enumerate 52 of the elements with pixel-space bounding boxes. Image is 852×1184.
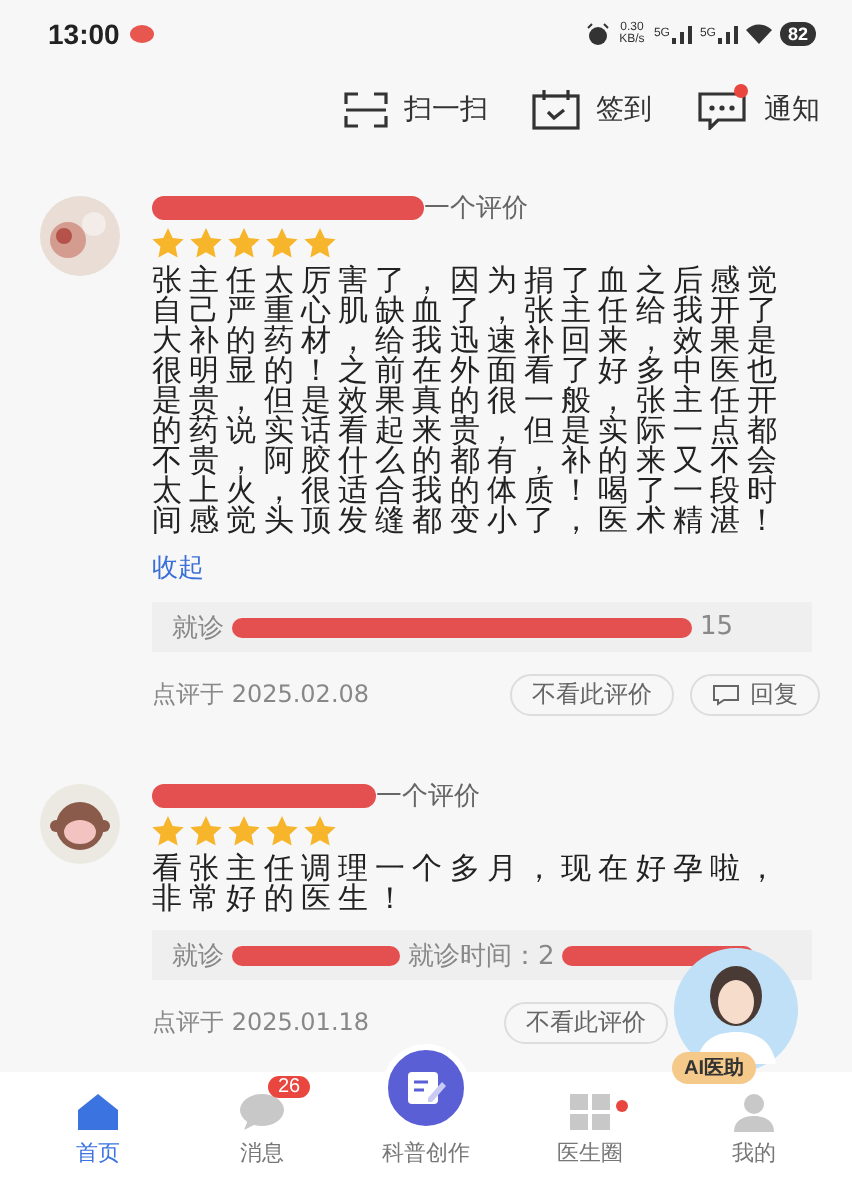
star-icon xyxy=(152,228,184,258)
edit-icon xyxy=(404,1068,448,1108)
star-icon xyxy=(228,228,260,258)
calendar-icon xyxy=(532,90,580,130)
chat-bubble-icon xyxy=(238,1092,286,1132)
star-icon xyxy=(304,816,336,846)
nav-tab[interactable]: 首页 xyxy=(28,1092,168,1168)
review-title: 一个评价 xyxy=(424,192,528,226)
ai-assistant-label: AI医助 xyxy=(672,1052,756,1084)
battery-indicator: 82 xyxy=(779,22,816,46)
alarm-icon xyxy=(585,22,610,46)
wifi-icon xyxy=(745,24,772,44)
visit-label: 就诊 xyxy=(172,611,224,645)
nav-tab[interactable]: 科普创作 xyxy=(356,1044,496,1168)
review-date: 点评于 2025.02.08 xyxy=(152,677,372,711)
checkin-button[interactable]: 签到 xyxy=(532,90,652,130)
nav-tab[interactable]: 消息 26 xyxy=(192,1076,332,1168)
grid-icon xyxy=(568,1092,612,1132)
hide-review-button[interactable]: 不看此评价 xyxy=(510,673,674,715)
review-text: 看张主任调理一个多月，现在好孕啦，非常好的医生！ xyxy=(152,854,787,914)
star-icon xyxy=(190,816,222,846)
home-icon xyxy=(76,1092,120,1132)
collapse-link[interactable]: 收起 xyxy=(152,550,820,586)
hide-review-button[interactable]: 不看此评价 xyxy=(504,1001,668,1043)
visit-label: 就诊 xyxy=(172,939,224,973)
nav-tab[interactable]: 医生圈 xyxy=(520,1092,660,1168)
unread-badge: 26 xyxy=(268,1076,311,1098)
reply-button[interactable]: 回复 xyxy=(690,673,820,715)
nav-tab[interactable]: 我的 xyxy=(684,1092,824,1168)
star-icon xyxy=(266,228,298,258)
star-icon xyxy=(190,228,222,258)
review-date: 点评于 2025.01.18 xyxy=(152,1005,372,1039)
app-notification-icon xyxy=(129,24,154,44)
review-title: 一个评价 xyxy=(376,780,480,814)
scan-button[interactable]: 扫一扫 xyxy=(344,92,488,128)
star-icon xyxy=(304,228,336,258)
chat-icon xyxy=(696,90,748,130)
star-icon xyxy=(228,816,260,846)
comment-icon xyxy=(712,683,740,705)
monkey-avatar xyxy=(40,784,120,864)
scan-icon xyxy=(344,92,388,128)
review-text: 张主任太厉害了，因为捐了血之后感觉自己严重心肌缺血了，张主任给我开了大补的药材，给我迅速补回来，效果是很明显的！之前在外面看了好多中医也是贵，但是效果真的很一般，张主任开的药说实话看起来贵，但是实际一点都不贵，阿胶什么的都有，补的来又不会太上火，很适合我的体质！喝了一段时间感觉头顶发缝都变小了，医术精湛！ xyxy=(152,266,787,536)
clock-time: 13:00 xyxy=(48,18,120,50)
notice-button[interactable]: 通知 xyxy=(696,90,820,130)
star-icon xyxy=(266,816,298,846)
visit-info: 就诊时间：2 xyxy=(408,939,555,973)
person-icon xyxy=(732,1092,776,1132)
ai-assistant-button[interactable]: AI医助 xyxy=(664,948,808,1084)
star-icon xyxy=(152,816,184,846)
signal-icon xyxy=(671,25,692,43)
visit-info: 15 xyxy=(700,612,734,642)
signal-icon xyxy=(717,25,738,43)
